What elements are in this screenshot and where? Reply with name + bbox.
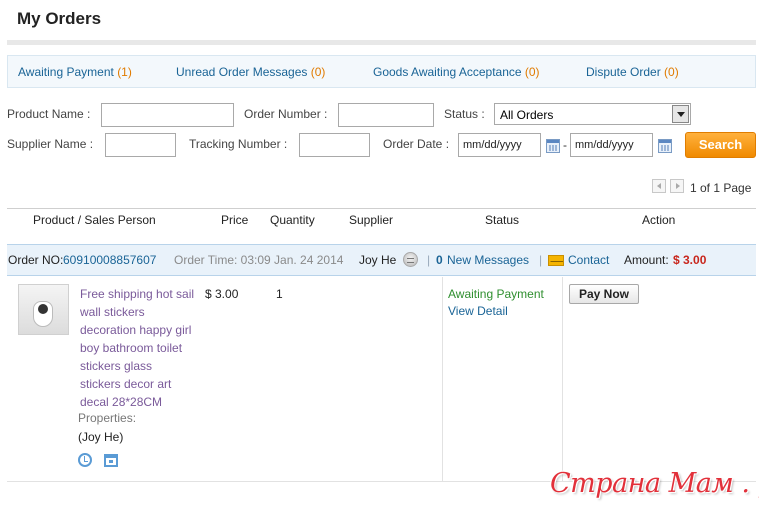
- tab-label: Goods Awaiting Acceptance: [373, 65, 522, 79]
- search-button[interactable]: Search: [685, 132, 756, 158]
- tab-dispute-order[interactable]: Dispute Order (0): [586, 65, 679, 79]
- column-divider: [442, 277, 443, 482]
- tab-label: Dispute Order: [586, 65, 661, 79]
- column-divider: [562, 277, 563, 482]
- tab-goods-awaiting-acceptance[interactable]: Goods Awaiting Acceptance (0): [373, 65, 540, 79]
- chevron-down-icon[interactable]: [672, 105, 689, 123]
- item-quantity: 1: [276, 287, 283, 301]
- column-header-supplier: Supplier: [349, 213, 394, 227]
- order-item-row: Free shipping hot sail wall stickers dec…: [7, 277, 756, 482]
- product-thumbnail[interactable]: [18, 284, 69, 335]
- column-header-quantity: Quantity: [270, 213, 315, 227]
- mail-icon[interactable]: [548, 255, 564, 266]
- order-status: Awaiting Payment: [448, 287, 544, 301]
- pay-now-button[interactable]: Pay Now: [569, 284, 639, 304]
- column-header-price: Price: [221, 213, 249, 227]
- product-title-line[interactable]: stickers decor art: [80, 377, 171, 391]
- tracking-number-label: Tracking Number :: [189, 137, 288, 151]
- order-date-label: Order Date :: [383, 137, 450, 151]
- calendar-icon[interactable]: [658, 139, 672, 153]
- product-title-line[interactable]: decoration happy girl: [80, 323, 191, 337]
- product-name-label: Product Name :: [7, 107, 91, 121]
- page-indicator: 1 of 1 Page: [690, 181, 752, 195]
- status-tabs: Awaiting Payment (1) Unread Order Messag…: [7, 55, 756, 88]
- tab-count: (1): [117, 65, 132, 79]
- chat-icon[interactable]: [403, 252, 418, 267]
- product-name-input[interactable]: [101, 103, 234, 127]
- tab-label: Unread Order Messages: [176, 65, 308, 79]
- tab-awaiting-payment[interactable]: Awaiting Payment (1): [18, 65, 132, 79]
- order-date-to-input[interactable]: mm/dd/yyyy: [570, 133, 653, 157]
- supplier-name: Joy He: [359, 253, 397, 267]
- table-header: Product / Sales Person Price Quantity Su…: [7, 208, 756, 244]
- title-divider: [7, 40, 756, 45]
- sales-person: (Joy He): [78, 430, 124, 444]
- tab-count: (0): [664, 65, 679, 79]
- separator: |: [427, 253, 431, 267]
- tab-unread-order-messages[interactable]: Unread Order Messages (0): [176, 65, 325, 79]
- tracking-number-input[interactable]: [299, 133, 370, 157]
- tab-label: Awaiting Payment: [18, 65, 114, 79]
- item-price: $ 3.00: [205, 287, 239, 301]
- order-number-link[interactable]: 60910008857607: [63, 253, 156, 267]
- next-page-button[interactable]: [670, 179, 684, 193]
- supplier-name-label: Supplier Name :: [7, 137, 94, 151]
- separator: |: [539, 253, 543, 267]
- column-header-product: Product / Sales Person: [33, 213, 156, 227]
- column-header-action: Action: [642, 213, 676, 227]
- product-title-line[interactable]: stickers glass: [80, 359, 152, 373]
- product-title-line[interactable]: boy bathroom toilet: [80, 341, 182, 355]
- supplier-name-input[interactable]: [105, 133, 176, 157]
- product-title-line[interactable]: wall stickers: [80, 305, 145, 319]
- view-detail-link[interactable]: View Detail: [448, 304, 508, 318]
- tab-count: (0): [524, 65, 540, 79]
- amount-label: Amount:: [624, 253, 669, 267]
- status-select[interactable]: All Orders: [494, 103, 691, 125]
- girl-sticker-illustration: [38, 304, 48, 314]
- contact-link[interactable]: Contact: [568, 253, 609, 267]
- tab-count: (0): [310, 65, 326, 79]
- amount-value: $ 3.00: [673, 253, 707, 267]
- order-date-from-input[interactable]: mm/dd/yyyy: [458, 133, 541, 157]
- inbox-icon[interactable]: [104, 454, 118, 467]
- order-number-input[interactable]: [338, 103, 434, 127]
- order-number-label: Order NO:: [8, 253, 64, 267]
- product-title-line[interactable]: Free shipping hot sail: [80, 287, 194, 301]
- order-summary-row: Order NO: 60910008857607 Order Time: 03:…: [7, 244, 756, 276]
- column-header-status: Status: [485, 213, 520, 227]
- order-time: Order Time: 03:09 Jan. 24 2014: [174, 253, 344, 267]
- new-messages-link[interactable]: New Messages: [447, 253, 529, 267]
- new-messages-count[interactable]: 0: [436, 253, 443, 267]
- alarm-clock-icon[interactable]: [78, 453, 92, 467]
- properties-label: Properties:: [78, 411, 137, 425]
- watermark-text: Страна Мам . ру: [550, 468, 759, 499]
- product-title-line[interactable]: decal 28*28CM: [80, 395, 162, 409]
- previous-page-button[interactable]: [652, 179, 666, 193]
- date-range-separator: -: [563, 138, 567, 152]
- order-number-label: Order Number :: [244, 107, 328, 121]
- page-title: My Orders: [17, 9, 102, 28]
- calendar-icon[interactable]: [546, 139, 560, 153]
- status-select-value: All Orders: [500, 108, 554, 122]
- status-label: Status :: [444, 107, 485, 121]
